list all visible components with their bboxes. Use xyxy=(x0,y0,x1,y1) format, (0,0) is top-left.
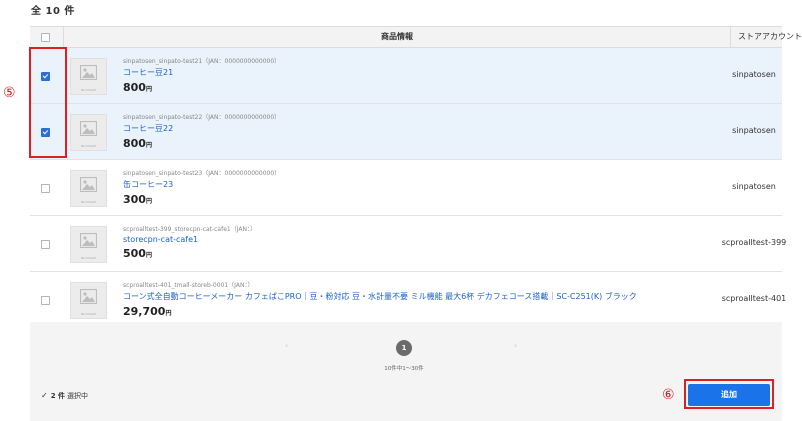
product-name-link[interactable]: storecpn-cat-cafe1 xyxy=(123,235,256,244)
image-placeholder-icon: NO IMAGE xyxy=(70,114,107,151)
product-name-link[interactable]: コーヒー豆21 xyxy=(123,67,280,78)
product-price: 500円 xyxy=(123,247,256,260)
product-sub: scproalltest-401_tmall-storeb-0001（JAN：） xyxy=(123,282,254,289)
annotation-marker-5: ⑤ xyxy=(3,85,16,101)
product-name-link[interactable]: 缶コーヒー23 xyxy=(123,179,280,190)
product-price: 29,700円 xyxy=(123,305,637,318)
price-value: 800 xyxy=(123,137,146,150)
page-number-current[interactable]: 1 xyxy=(396,340,412,356)
image-placeholder-icon: NO IMAGE xyxy=(70,170,107,207)
product-info: scproalltest-401_tmall-storeb-0001（JAN：）… xyxy=(123,280,637,318)
price-value: 300 xyxy=(123,193,146,206)
header-store-account: ストアアカウント xyxy=(738,32,802,41)
product-info: sinpatosen_sinpato-test23（JAN：0000000000… xyxy=(123,168,280,206)
product-price: 800円 xyxy=(123,81,280,94)
price-unit: 円 xyxy=(165,310,172,317)
price-unit: 円 xyxy=(145,198,152,205)
price-value: 500 xyxy=(123,247,146,260)
image-placeholder-icon: NO IMAGE xyxy=(70,58,107,95)
table-row[interactable]: NO IMAGE sinpatosen_sinpato-test21（JAN：0… xyxy=(30,48,782,104)
image-placeholder-icon: NO IMAGE xyxy=(70,282,107,319)
row-checkbox[interactable] xyxy=(41,296,50,305)
check-icon: ✓ xyxy=(41,391,48,400)
page-range-text: 10件中1〜30件 xyxy=(384,366,424,372)
pagination-footer: ‹ 1 › 10件中1〜30件 ✓ 2 件選択中 追加 xyxy=(30,322,782,421)
annotation-marker-6: ⑥ xyxy=(662,387,675,403)
image-placeholder-icon: NO IMAGE xyxy=(70,226,107,263)
product-price: 800円 xyxy=(123,137,280,150)
product-info: sinpatosen_sinpato-test21（JAN：0000000000… xyxy=(123,56,280,94)
table-header: 商品情報 ストアアカウント xyxy=(30,27,802,48)
price-unit: 円 xyxy=(145,252,152,259)
price-value: 800 xyxy=(123,81,146,94)
chevron-left-icon[interactable]: ‹ xyxy=(285,341,288,350)
no-image-label: NO IMAGE xyxy=(80,200,97,204)
no-image-label: NO IMAGE xyxy=(80,144,97,148)
no-image-label: NO IMAGE xyxy=(80,312,97,316)
product-name-link[interactable]: コーヒー豆22 xyxy=(123,123,280,134)
row-checkbox[interactable] xyxy=(41,240,50,249)
store-account: sinpatosen xyxy=(732,126,776,135)
total-count: 全 10 件 xyxy=(31,6,75,17)
product-info: scproalltest-399_storecpn-cat-cafe1（JAN：… xyxy=(123,224,256,260)
store-account: scproalltest-401 xyxy=(721,294,787,303)
header-product-info: 商品情報 xyxy=(63,27,731,47)
select-all-checkbox[interactable] xyxy=(41,33,50,42)
no-image-label: NO IMAGE xyxy=(80,256,97,260)
product-name-link[interactable]: コーン式全自動コーヒーメーカー カフェばこPRO｜豆・粉対応 豆・水計量不要 ミ… xyxy=(123,291,637,302)
table-row[interactable]: NO IMAGE scproalltest-399_storecpn-cat-c… xyxy=(30,216,786,272)
table-row[interactable]: NO IMAGE scproalltest-401_tmall-storeb-0… xyxy=(30,272,786,328)
row-checkbox[interactable] xyxy=(41,184,50,193)
product-sub: scproalltest-399_storecpn-cat-cafe1（JAN：… xyxy=(123,226,256,233)
store-account: sinpatosen xyxy=(732,182,776,191)
product-sub: sinpatosen_sinpato-test21（JAN：0000000000… xyxy=(123,58,281,65)
price-value: 29,700 xyxy=(123,305,166,318)
selected-count-value: 2 件 xyxy=(50,392,66,400)
price-unit: 円 xyxy=(145,142,152,149)
product-sub: sinpatosen_sinpato-test22（JAN：0000000000… xyxy=(123,114,281,121)
annotation-highlight-checkboxes xyxy=(29,47,67,158)
chevron-right-icon[interactable]: › xyxy=(514,341,517,350)
product-table: 商品情報 ストアアカウント NO IMAGE sinpatosen_sinpat… xyxy=(30,26,802,328)
product-price: 300円 xyxy=(123,193,280,206)
selected-count: ✓ 2 件選択中 xyxy=(41,391,88,401)
selected-count-label: 選択中 xyxy=(67,392,89,400)
annotation-highlight-add-button xyxy=(684,379,774,409)
price-unit: 円 xyxy=(145,86,152,93)
product-sub: sinpatosen_sinpato-test23（JAN：0000000000… xyxy=(123,170,281,177)
table-row[interactable]: NO IMAGE sinpatosen_sinpato-test23（JAN：0… xyxy=(30,160,782,216)
store-account: scproalltest-399 xyxy=(721,238,787,247)
table-row[interactable]: NO IMAGE sinpatosen_sinpato-test22（JAN：0… xyxy=(30,104,782,160)
store-account: sinpatosen xyxy=(732,70,776,79)
product-info: sinpatosen_sinpato-test22（JAN：0000000000… xyxy=(123,112,280,150)
no-image-label: NO IMAGE xyxy=(80,88,97,92)
